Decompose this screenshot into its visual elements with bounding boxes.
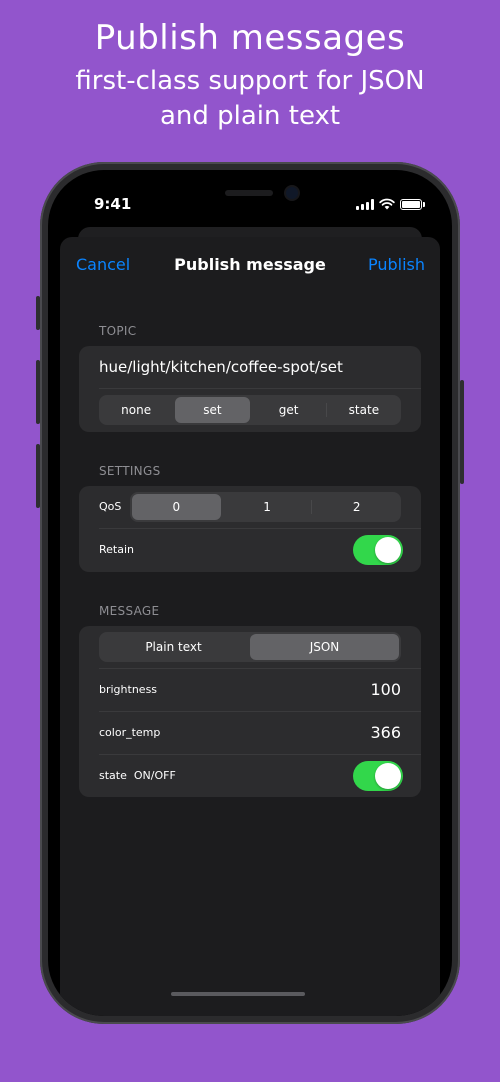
qos-option-1[interactable]: 1 [223,492,312,522]
wifi-icon [379,198,395,210]
status-icons [356,198,425,210]
promo-title: Publish messages [94,18,406,58]
battery-icon [400,199,425,210]
publish-sheet: Cancel Publish message Publish TOPIC hue… [60,237,440,1016]
cancel-button[interactable]: Cancel [76,255,130,274]
phone-screen: 9:41 Cancel Publish message Publish TOPI… [48,170,452,1016]
state-label: state [99,769,127,782]
retain-toggle[interactable] [353,535,403,565]
message-divider [99,754,421,755]
format-plain-text[interactable]: Plain text [99,632,248,662]
segment-set[interactable]: set [175,397,250,423]
qos-option-0[interactable]: 0 [132,494,221,520]
qos-label: QoS [99,500,122,513]
mute-switch [36,296,40,330]
status-time: 9:41 [94,195,132,213]
segment-none[interactable]: none [99,395,173,425]
message-section-label: MESSAGE [99,604,160,618]
topic-suffix-segmented-control: none set get state [99,395,401,425]
qos-option-2[interactable]: 2 [312,492,401,522]
field-key-color-temp: color_temp [99,726,161,739]
promo-subtitle: first-class support for JSON and plain t… [0,64,500,134]
message-divider [99,711,421,712]
field-value-brightness[interactable]: 100 [370,680,401,699]
field-key-state: state ON/OFF [99,769,176,782]
state-toggle[interactable] [353,761,403,791]
volume-up-button [36,360,40,424]
topic-group: hue/light/kitchen/coffee-spot/set none s… [79,346,421,432]
message-format-segmented-control: Plain text JSON [99,632,401,662]
earpiece-speaker [225,190,273,196]
message-group: Plain text JSON brightness 100 color_tem… [79,626,421,797]
settings-section-label: SETTINGS [99,464,161,478]
field-value-color-temp[interactable]: 366 [370,723,401,742]
settings-divider [99,528,421,529]
segment-get[interactable]: get [252,395,326,425]
field-key-brightness: brightness [99,683,158,696]
power-button [460,380,464,484]
segment-state[interactable]: state [327,395,401,425]
navigation-bar: Cancel Publish message Publish [60,253,440,277]
front-camera [286,187,298,199]
state-hint: ON/OFF [133,769,176,782]
promo-subtitle-line2: and plain text [159,101,341,131]
home-indicator[interactable] [171,992,305,996]
promo-subtitle-line1: first-class support for JSON [75,66,425,96]
qos-segmented-control: 0 1 2 [130,492,401,522]
topic-divider [99,388,421,389]
message-divider [99,668,421,669]
volume-down-button [36,444,40,508]
topic-input[interactable]: hue/light/kitchen/coffee-spot/set [99,358,343,376]
topic-section-label: TOPIC [99,324,137,338]
format-json[interactable]: JSON [250,634,399,660]
cellular-signal-icon [356,199,374,210]
retain-label: Retain [99,543,134,556]
publish-button[interactable]: Publish [368,255,425,274]
settings-group: QoS 0 1 2 Retain [79,486,421,572]
